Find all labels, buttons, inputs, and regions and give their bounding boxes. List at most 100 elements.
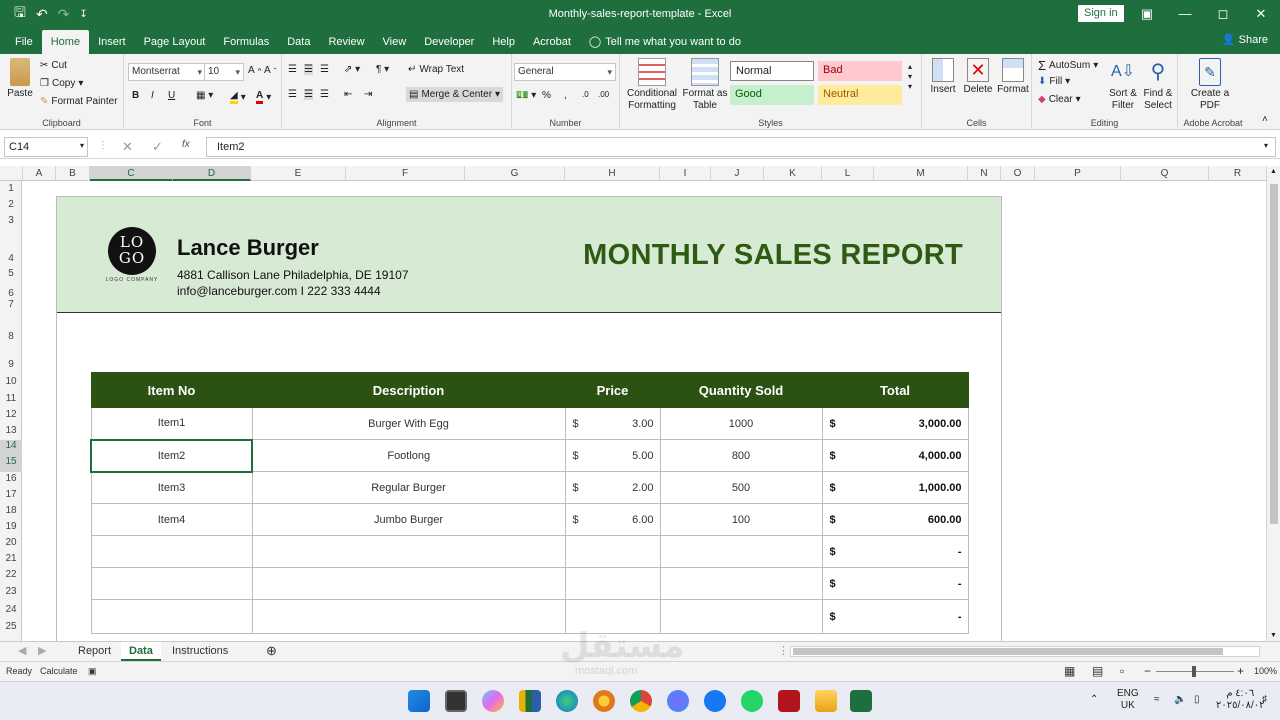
status-calculate[interactable]: Calculate [40, 666, 78, 676]
wrap-text-button[interactable]: ↵ Wrap Text [408, 64, 464, 75]
rtl-icon[interactable]: ¶ ▾ [376, 64, 389, 75]
fill-button[interactable]: ⬇ Fill ▾ [1038, 76, 1070, 87]
wifi-icon[interactable]: ≈ [1154, 694, 1160, 706]
zoom-in-icon[interactable]: + [1237, 664, 1244, 678]
collapse-ribbon-icon[interactable]: ˄ [1262, 114, 1268, 125]
tab-review[interactable]: Review [319, 30, 373, 54]
header-total[interactable]: Total [821, 372, 969, 408]
align-left-icon[interactable]: ☰ [288, 89, 297, 100]
comma-button[interactable]: , [564, 90, 567, 101]
name-box-dropdown-icon[interactable]: ▾ [80, 141, 84, 150]
sheet-tab-data[interactable]: Data [121, 642, 161, 661]
cell-quantity[interactable] [659, 567, 823, 600]
styles-scroll-icon[interactable]: ▴ ▾ ▾ [908, 62, 912, 92]
row-header[interactable]: 19 [0, 521, 22, 532]
redo-icon[interactable]: ↷ [58, 6, 70, 23]
cell-item[interactable] [90, 535, 253, 568]
row-header[interactable]: 13 [0, 425, 22, 436]
cell-total[interactable]: $4,000.00 [821, 439, 969, 472]
grow-font-icon[interactable]: A ^ [248, 65, 262, 76]
row-header[interactable]: 22 [0, 569, 22, 580]
cell-item-selected[interactable]: Item2 [90, 438, 253, 473]
align-middle-icon[interactable]: ☰ [304, 64, 313, 75]
italic-button[interactable]: I [151, 90, 154, 101]
align-bottom-icon[interactable]: ☰ [320, 64, 329, 75]
column-header[interactable]: K [764, 166, 822, 181]
tab-formulas[interactable]: Formulas [214, 30, 278, 54]
header-quantity[interactable]: Quantity Sold [659, 372, 823, 408]
font-size-select[interactable]: 10 [204, 63, 244, 81]
cell-description[interactable]: Jumbo Burger [251, 503, 566, 536]
cell-price[interactable]: $3.00 [564, 407, 661, 440]
row-header[interactable]: 16 [0, 473, 22, 484]
macro-record-icon[interactable]: ▣ [88, 666, 97, 677]
formula-input[interactable]: Item2 [206, 137, 1276, 157]
cell-item[interactable]: Item4 [90, 503, 253, 536]
format-as-table-button[interactable]: Format as Table [682, 58, 728, 112]
row-header[interactable]: 24 [0, 604, 22, 615]
row-header[interactable]: 7 [0, 299, 22, 310]
style-neutral[interactable]: Neutral [818, 85, 902, 105]
cell-price[interactable] [564, 567, 661, 600]
cell-total[interactable]: $600.00 [821, 503, 969, 536]
battery-icon[interactable]: ▯ [1194, 694, 1200, 706]
cancel-entry-icon[interactable]: ✕ [122, 139, 133, 155]
copilot-icon[interactable] [482, 690, 504, 712]
cell-total[interactable]: $3,000.00 [821, 407, 969, 440]
horizontal-scroll-thumb[interactable] [793, 648, 1223, 655]
shrink-font-icon[interactable]: Aˇ [264, 65, 276, 76]
increase-indent-icon[interactable]: ⇥ [364, 89, 372, 100]
app-circle-icon[interactable] [667, 690, 689, 712]
sheet-tab-instructions[interactable]: Instructions [164, 642, 236, 661]
create-pdf-button[interactable]: ✎ Create a PDF [1184, 58, 1236, 112]
row-header[interactable]: 4 [0, 253, 22, 264]
align-top-icon[interactable]: ☰ [288, 64, 297, 75]
cell-quantity[interactable] [659, 535, 823, 568]
sheet-tab-report[interactable]: Report [70, 642, 119, 661]
share-button[interactable]: 👤 Share [1222, 33, 1268, 46]
conditional-formatting-button[interactable]: Conditional Formatting [622, 58, 682, 112]
bold-button[interactable]: B [132, 90, 139, 101]
row-header[interactable]: 5 [0, 268, 22, 279]
column-header[interactable]: P [1035, 166, 1121, 181]
save-icon[interactable]: 🖫 [14, 2, 26, 26]
excel-taskbar-icon[interactable] [850, 690, 872, 712]
column-header[interactable]: O [1001, 166, 1035, 181]
insert-cells-button[interactable]: Insert [926, 58, 960, 96]
increase-decimal-icon[interactable]: .0 [582, 90, 589, 99]
cell-price[interactable] [564, 535, 661, 568]
scroll-up-icon[interactable]: ▲ [1270, 168, 1277, 175]
row-header[interactable]: 3 [0, 215, 22, 226]
tab-file[interactable]: File [6, 30, 42, 54]
facebook-icon[interactable] [704, 690, 726, 712]
select-all-corner[interactable] [0, 166, 23, 181]
next-sheet-icon[interactable]: ▶ [30, 642, 54, 661]
row-header[interactable]: 9 [0, 359, 22, 370]
maximize-button[interactable]: ◻ [1204, 0, 1242, 28]
task-view-icon[interactable] [445, 690, 467, 712]
sign-in-button[interactable]: Sign in [1078, 5, 1124, 22]
style-bad[interactable]: Bad [818, 61, 902, 81]
delete-cells-button[interactable]: ✕ Delete [960, 58, 996, 96]
column-header[interactable]: J [711, 166, 764, 181]
notification-bell-icon[interactable]: ♯ [1262, 694, 1267, 706]
cell-quantity[interactable]: 800 [659, 439, 823, 472]
page-layout-view-icon[interactable]: ▤ [1092, 664, 1103, 678]
file-explorer-icon[interactable] [815, 690, 837, 712]
page-break-view-icon[interactable]: ▫ [1120, 664, 1124, 678]
normal-view-icon[interactable]: ▦ [1064, 664, 1075, 678]
column-header[interactable]: F [346, 166, 465, 181]
add-sheet-icon[interactable]: ⊕ [258, 642, 285, 661]
vertical-scroll-thumb[interactable] [1270, 184, 1278, 524]
column-header[interactable]: R [1209, 166, 1266, 181]
row-header[interactable]: 14 [0, 440, 22, 456]
column-header[interactable]: Q [1121, 166, 1209, 181]
column-header[interactable]: C [90, 166, 173, 181]
orientation-icon[interactable]: ⇗ ▾ [344, 64, 360, 75]
mail-m-icon[interactable] [778, 690, 800, 712]
row-header[interactable]: 8 [0, 331, 22, 342]
name-box[interactable]: C14 [4, 137, 88, 157]
column-header[interactable]: A [23, 166, 56, 181]
cell-price[interactable]: $5.00 [564, 439, 661, 472]
close-button[interactable]: ✕ [1242, 0, 1280, 28]
